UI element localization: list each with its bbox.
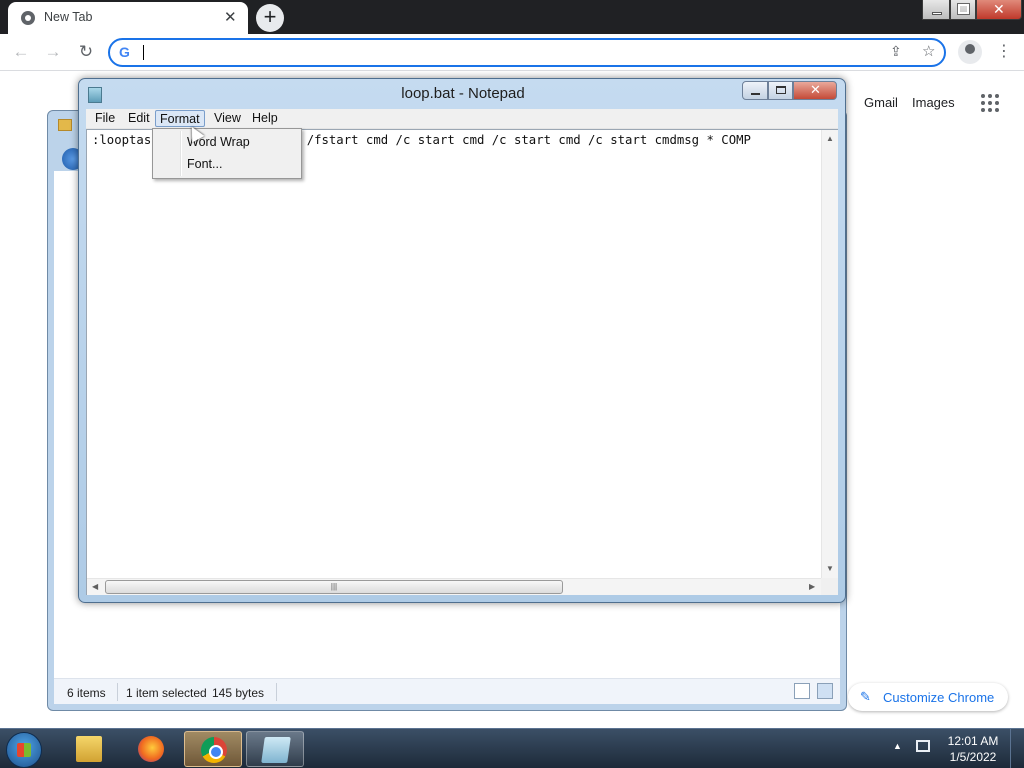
chrome-favicon-icon <box>21 11 35 25</box>
menu-help[interactable]: Help <box>248 110 282 127</box>
browser-toolbar: ← → ↻ G ⇪ ☆ ⋮ <box>0 34 1024 71</box>
status-separator <box>276 683 277 701</box>
notepad-title: loop.bat - Notepad <box>401 85 525 102</box>
close-icon: ✕ <box>993 1 1005 17</box>
notepad-icon <box>261 737 291 763</box>
notepad-minimize-button[interactable] <box>742 81 768 100</box>
menu-file[interactable]: File <box>91 110 119 127</box>
customize-chrome-label: Customize Chrome <box>883 690 995 705</box>
browser-maximize-button[interactable] <box>950 0 976 20</box>
menu-item-font[interactable]: Font... <box>187 157 222 171</box>
status-size: 145 bytes <box>212 686 265 700</box>
folder-icon <box>58 119 72 131</box>
apps-grid-icon[interactable] <box>981 94 999 112</box>
share-icon[interactable]: ⇪ <box>890 43 902 60</box>
status-separator <box>117 683 118 701</box>
windows-explorer-icon <box>76 736 102 762</box>
clock-time[interactable]: 12:01 AM <box>944 734 1002 748</box>
size-grip <box>821 578 838 595</box>
clock-date[interactable]: 1/5/2022 <box>944 750 1002 764</box>
status-selection: 1 item selected <box>126 686 207 700</box>
text-caret <box>143 45 144 60</box>
address-bar[interactable]: G ⇪ ☆ <box>108 38 946 67</box>
firefox-icon <box>138 736 164 762</box>
menu-dots-icon[interactable]: ⋮ <box>996 40 1012 64</box>
windows-taskbar: ▲ 12:01 AM 1/5/2022 <box>0 728 1024 768</box>
show-desktop-button[interactable] <box>1010 729 1024 768</box>
scroll-left-icon[interactable]: ◀ <box>92 582 98 591</box>
scroll-down-icon[interactable]: ▼ <box>826 564 834 573</box>
browser-tab-strip: New Tab ✕ + ✕ <box>0 0 1024 34</box>
network-icon[interactable] <box>916 740 930 752</box>
scroll-up-icon[interactable]: ▲ <box>826 134 834 143</box>
back-arrow-icon[interactable]: ← <box>10 41 32 63</box>
star-icon[interactable]: ☆ <box>922 42 935 60</box>
status-item-count: 6 items <box>67 686 106 700</box>
taskbar-explorer-button[interactable] <box>60 731 118 767</box>
details-view-icon[interactable] <box>794 683 810 699</box>
pencil-icon: ✎ <box>860 689 871 704</box>
browser-tab-new-tab[interactable]: New Tab ✕ <box>8 2 248 34</box>
profile-icon[interactable] <box>958 40 982 64</box>
google-g-icon: G <box>119 44 130 60</box>
horizontal-scrollbar[interactable]: ◀ ||| ▶ <box>87 578 821 595</box>
horizontal-scroll-thumb[interactable]: ||| <box>105 580 563 594</box>
taskbar-chrome-button[interactable] <box>184 731 242 767</box>
scroll-right-icon[interactable]: ▶ <box>809 582 815 591</box>
close-icon: ✕ <box>810 82 821 97</box>
tray-overflow-icon[interactable]: ▲ <box>893 741 902 751</box>
images-link[interactable]: Images <box>912 95 955 110</box>
browser-minimize-button[interactable] <box>922 0 950 20</box>
format-dropdown-menu: Word Wrap Font... <box>152 128 302 179</box>
taskbar-firefox-button[interactable] <box>122 731 180 767</box>
reload-icon[interactable]: ↻ <box>75 41 97 63</box>
customize-chrome-button[interactable]: ✎ Customize Chrome <box>848 683 1008 711</box>
preview-view-icon[interactable] <box>817 683 833 699</box>
notepad-text-area[interactable]: :looptas exe /fstart cmd /c start cmd /c… <box>86 129 838 595</box>
gmail-link[interactable]: Gmail <box>864 95 898 110</box>
explorer-status-bar: 6 items 1 item selected 145 bytes <box>54 678 840 704</box>
vertical-scrollbar[interactable]: ▲ ▼ <box>821 130 838 578</box>
minimize-icon <box>751 93 760 95</box>
taskbar-notepad-button[interactable] <box>246 731 304 767</box>
menu-edit[interactable]: Edit <box>124 110 154 127</box>
notepad-close-button[interactable]: ✕ <box>793 81 837 100</box>
new-tab-button[interactable]: + <box>256 4 284 32</box>
tab-title: New Tab <box>44 10 93 24</box>
maximize-icon <box>957 3 970 15</box>
tab-close-button[interactable]: ✕ <box>224 8 237 26</box>
browser-close-button[interactable]: ✕ <box>976 0 1022 20</box>
maximize-icon <box>776 86 786 94</box>
chrome-icon <box>201 737 227 763</box>
start-button[interactable] <box>6 732 42 768</box>
menu-view[interactable]: View <box>210 110 245 127</box>
minimize-icon <box>932 12 942 15</box>
forward-arrow-icon[interactable]: → <box>42 41 64 63</box>
notepad-maximize-button[interactable] <box>768 81 793 100</box>
